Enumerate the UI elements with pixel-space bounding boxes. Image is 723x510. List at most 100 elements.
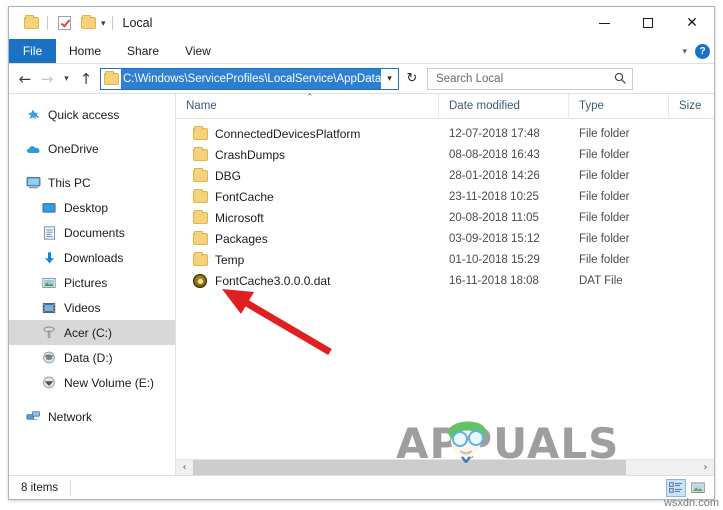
search-input[interactable]: Search Local [427,67,633,90]
properties-checkbox-icon[interactable] [52,11,76,35]
column-header-row: Name ⌃ Date modified Type Size [176,91,714,119]
folder-icon [190,125,210,140]
folder-icon[interactable] [19,11,43,35]
table-row[interactable]: DBG 28-01-2018 14:26 File folder [176,165,714,186]
horizontal-scrollbar[interactable]: ‹ › [176,459,714,476]
sidebar-item-network[interactable]: Network [9,404,175,429]
file-type-cell: File folder [579,232,630,245]
file-date-cell: 08-08-2018 16:43 [449,148,540,161]
chevron-down-icon[interactable]: ▾ [682,46,687,57]
file-type-cell: DAT File [579,274,623,287]
forward-button[interactable]: → [36,67,58,91]
download-arrow-icon [39,251,59,265]
documents-icon [39,225,59,240]
file-date-cell: 28-01-2018 14:26 [449,169,540,182]
ribbon-right-controls: ▾ ? [682,39,710,64]
help-icon[interactable]: ? [695,44,710,59]
table-row[interactable]: FontCache3.0.0.0.dat 16-11-2018 18:08 DA… [176,270,714,291]
file-name-cell: FontCache3.0.0.0.dat [176,273,439,288]
screenshot-canvas: ▾ Local ✕ File Home Share View ▾ ? ← → ▾… [0,0,723,510]
navigation-pane[interactable]: Quick access OneDrive This PC Desktop Do… [9,94,176,475]
back-button[interactable]: ← [14,67,36,91]
address-input[interactable]: C:\Windows\ServiceProfiles\LocalService\… [100,67,399,90]
sidebar-item-label: Acer (C:) [64,325,112,340]
file-rows: ConnectedDevicesPlatform 12-07-2018 17:4… [176,119,714,459]
large-icons-view-button[interactable] [688,479,708,497]
file-date-cell: 03-09-2018 15:12 [449,232,540,245]
scroll-right-arrow-icon[interactable]: › [697,462,714,473]
column-header-name[interactable]: Name ⌃ [176,91,439,119]
folder-icon [190,167,210,182]
table-row[interactable]: Microsoft 20-08-2018 11:05 File folder [176,207,714,228]
qat-divider-2 [111,16,113,30]
item-count-label: 8 items [21,481,59,494]
sort-ascending-icon: ⌃ [306,91,314,102]
explorer-body: Quick access OneDrive This PC Desktop Do… [9,91,714,476]
file-type-cell: File folder [579,169,630,182]
tab-file[interactable]: File [9,39,56,63]
search-icon [608,72,632,85]
file-date-cell: 23-11-2018 10:25 [449,190,539,203]
column-header-size[interactable]: Size [669,94,723,119]
sidebar-item-new-volume-e[interactable]: New Volume (E:) [9,370,175,395]
file-list-pane: Name ⌃ Date modified Type Size Connected… [176,91,714,476]
sidebar-item-documents[interactable]: Documents [9,220,175,245]
up-button[interactable]: ↑ [75,67,97,91]
address-dropdown-caret-icon[interactable]: ▾ [381,73,398,84]
sidebar-item-onedrive[interactable]: OneDrive [9,136,175,161]
sidebar-item-acer-c[interactable]: Acer (C:) [9,320,175,345]
file-name-cell: Microsoft [176,209,439,225]
new-folder-icon[interactable] [76,11,100,35]
sidebar-item-label: New Volume (E:) [64,375,155,390]
folder-icon [190,209,210,224]
minimize-button[interactable] [582,7,626,39]
file-explorer-window: ▾ Local ✕ File Home Share View ▾ ? ← → ▾… [8,6,715,500]
site-watermark: wsxdn.com [663,497,719,509]
sidebar-item-pictures[interactable]: Pictures [9,270,175,295]
sidebar-item-this-pc[interactable]: This PC [9,170,175,195]
sidebar-item-quick-access[interactable]: Quick access [9,102,175,127]
customize-quick-access-caret-icon[interactable]: ▾ [101,18,106,28]
table-row[interactable]: Temp 01-10-2018 15:29 File folder [176,249,714,270]
tab-share[interactable]: Share [114,39,172,63]
tab-home[interactable]: Home [56,39,114,63]
sidebar-item-data-d[interactable]: Data (D:) [9,345,175,370]
quick-access-toolbar: ▾ Local [9,11,152,35]
table-row[interactable]: ConnectedDevicesPlatform 12-07-2018 17:4… [176,123,714,144]
file-name-cell: Packages [176,230,439,246]
sidebar-item-label: Pictures [64,275,108,290]
monitor-icon [23,176,43,189]
hard-drive-icon [39,376,59,389]
title-bar: ▾ Local ✕ [9,7,714,39]
table-row[interactable]: CrashDumps 08-08-2018 16:43 File folder [176,144,714,165]
file-name-cell: DBG [176,167,439,183]
scrollbar-track[interactable] [193,459,697,476]
scroll-left-arrow-icon[interactable]: ‹ [176,462,193,473]
table-row[interactable]: Packages 03-09-2018 15:12 File folder [176,228,714,249]
cloud-icon [23,143,43,155]
folder-icon [190,146,210,161]
file-type-cell: File folder [579,253,630,266]
file-date-cell: 16-11-2018 18:08 [449,274,539,287]
search-placeholder: Search Local [436,72,504,85]
column-header-date-modified[interactable]: Date modified [439,93,569,119]
file-type-cell: File folder [579,190,630,203]
file-name-cell: Temp [176,251,439,267]
sidebar-item-downloads[interactable]: Downloads [9,245,175,270]
details-view-button[interactable] [666,479,686,497]
star-pin-icon [23,108,43,122]
tab-view[interactable]: View [172,39,224,63]
address-folder-icon [101,70,121,85]
file-name-cell: CrashDumps [176,146,439,162]
column-header-type[interactable]: Type [569,93,669,119]
maximize-button[interactable] [626,7,670,39]
sidebar-item-label: Network [48,409,93,424]
table-row[interactable]: FontCache 23-11-2018 10:25 File folder [176,186,714,207]
file-type-cell: File folder [579,127,630,140]
scrollbar-thumb[interactable] [193,459,627,476]
sidebar-item-desktop[interactable]: Desktop [9,195,175,220]
recent-locations-caret-icon[interactable]: ▾ [58,67,75,91]
refresh-button[interactable]: ↻ [402,68,422,90]
sidebar-item-videos[interactable]: Videos [9,295,175,320]
close-button[interactable]: ✕ [670,7,714,39]
